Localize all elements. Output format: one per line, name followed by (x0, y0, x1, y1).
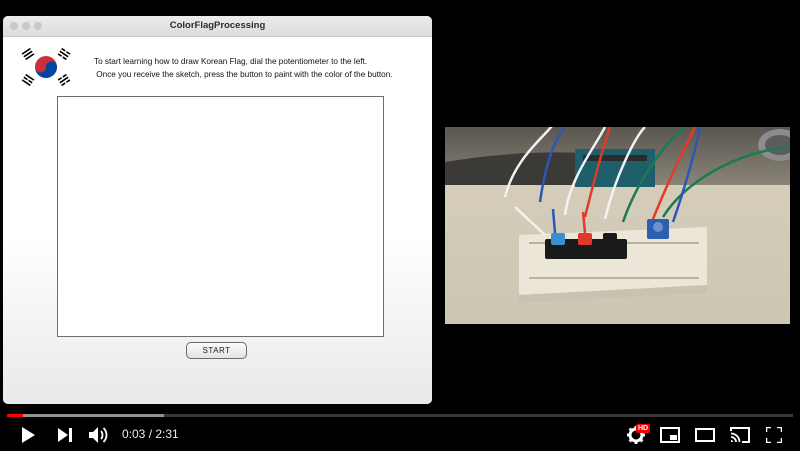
settings-button[interactable]: HD (624, 423, 651, 447)
time-separator: / (145, 427, 156, 441)
play-icon (22, 427, 35, 443)
progress-loaded (7, 414, 165, 417)
video-progress-bar[interactable] (7, 414, 793, 417)
theater-mode-button[interactable] (694, 424, 716, 446)
window-titlebar: ColorFlagProcessing (3, 16, 432, 37)
miniplayer-button[interactable] (659, 424, 681, 446)
instruction-line-1: To start learning how to draw Korean Fla… (94, 57, 368, 66)
instruction-line-2: Once you receive the sketch, press the b… (94, 70, 393, 79)
current-time: 0:03 (122, 427, 146, 441)
start-button[interactable]: START (186, 342, 247, 359)
instructions-text: To start learning how to draw Korean Fla… (94, 55, 393, 81)
miniplayer-icon (660, 427, 680, 443)
progress-played (7, 414, 23, 417)
window-title: ColorFlagProcessing (169, 20, 266, 31)
cast-button[interactable] (728, 424, 752, 446)
time-display: 0:03 / 2:31 (122, 427, 179, 441)
processing-window: ColorFlagProcessing To start learning ho… (3, 16, 432, 404)
play-button[interactable] (16, 424, 40, 446)
volume-icon (89, 427, 108, 443)
next-icon (58, 428, 72, 442)
fullscreen-icon (766, 427, 782, 443)
sketch-area: To start learning how to draw Korean Fla… (3, 37, 432, 404)
korean-flag-image (21, 47, 71, 87)
hd-badge: HD (636, 424, 651, 433)
volume-button[interactable] (87, 423, 111, 447)
theater-mode-icon (695, 428, 715, 442)
video-duration: 2:31 (155, 427, 179, 441)
fullscreen-button[interactable] (763, 424, 785, 446)
next-button[interactable] (54, 424, 76, 446)
breadboard-photo (445, 127, 790, 324)
cast-icon (730, 427, 750, 443)
drawing-canvas[interactable] (57, 96, 384, 337)
